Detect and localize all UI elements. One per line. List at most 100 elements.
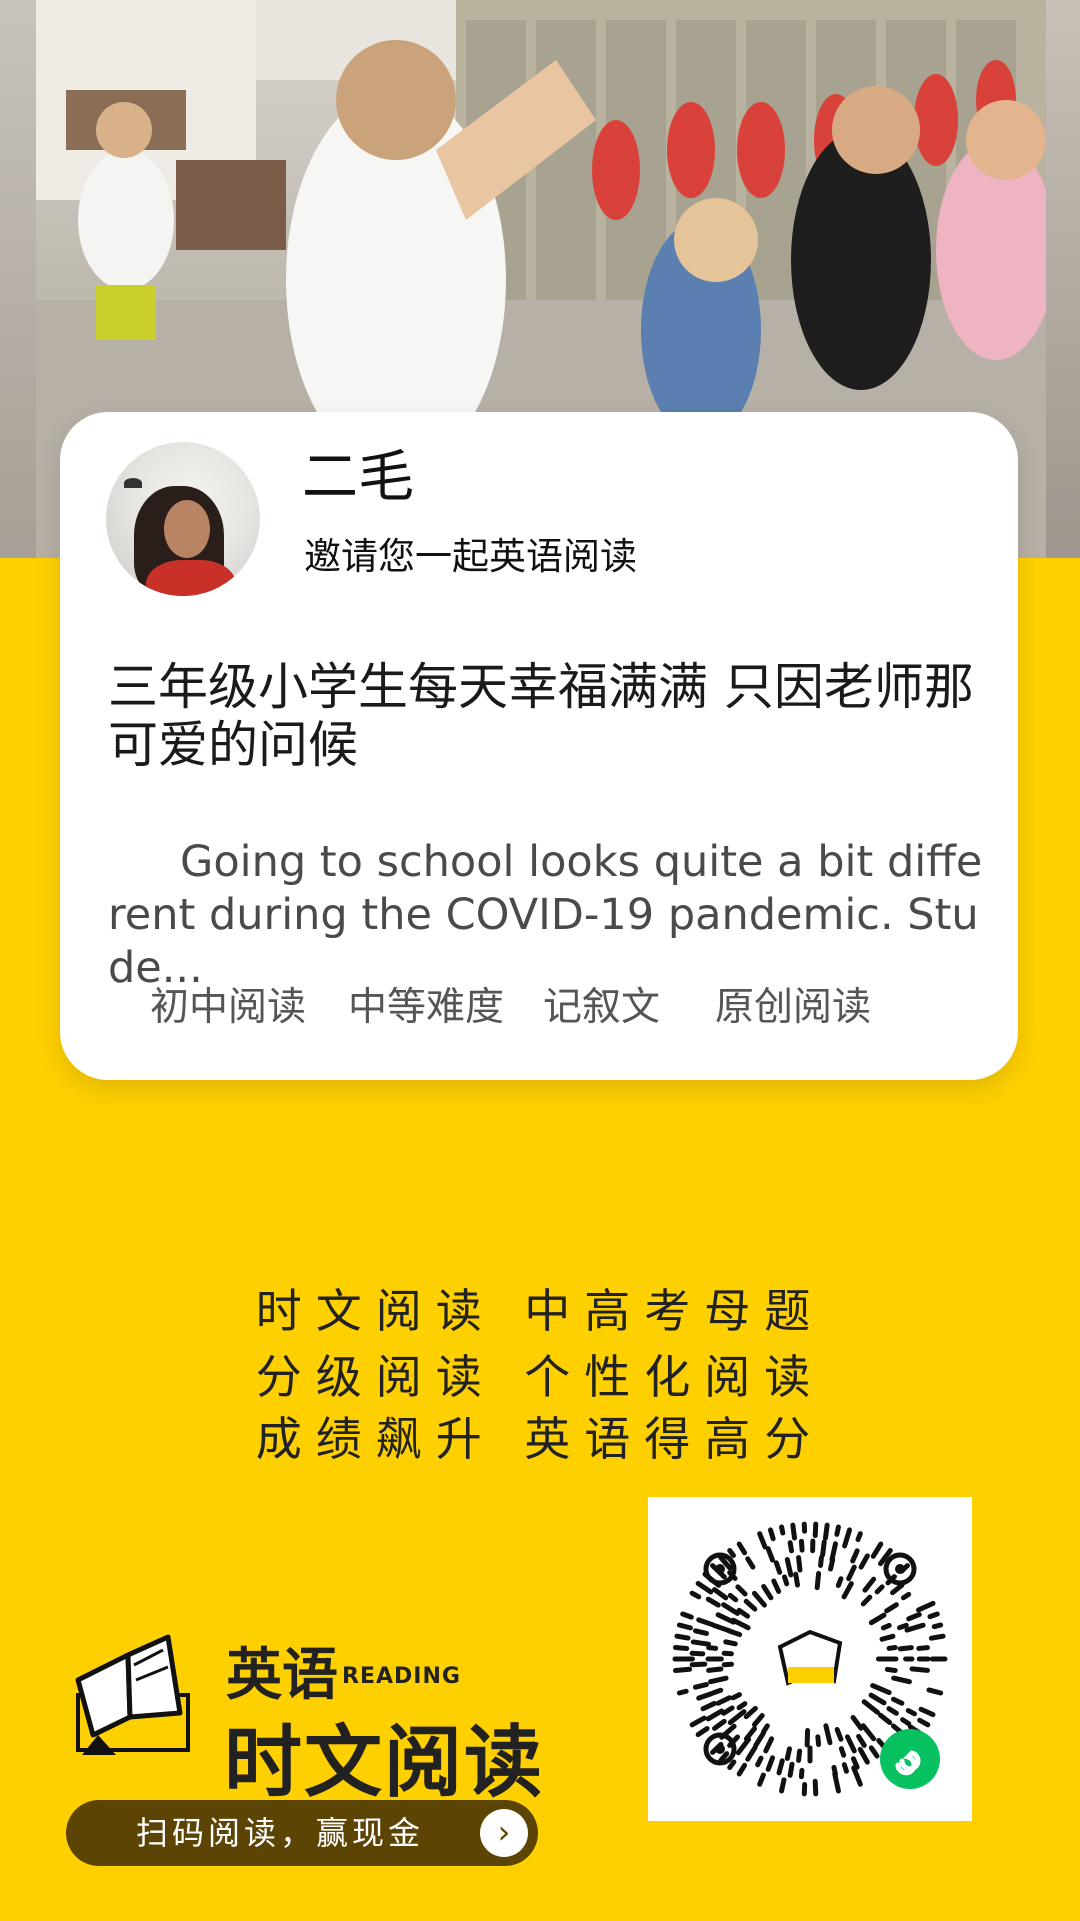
- slogan-line-1: 时文阅读 中高考母题: [255, 1284, 825, 1338]
- qr-dot: [831, 1764, 838, 1777]
- qr-dot: [751, 1590, 767, 1608]
- qr-dot: [745, 1744, 758, 1762]
- qr-dot: [890, 1696, 905, 1706]
- qr-dot: [723, 1639, 738, 1647]
- qr-dot: [874, 1584, 885, 1595]
- qr-dot: [884, 1602, 899, 1614]
- qr-dot: [745, 1556, 756, 1570]
- qr-dot: [757, 1772, 766, 1787]
- qr-dot: [689, 1661, 708, 1668]
- brand-title: 时文阅读: [224, 1718, 545, 1808]
- qr-dot: [763, 1736, 775, 1754]
- qr-dot: [689, 1590, 702, 1600]
- qr-dot: [851, 1765, 863, 1787]
- brand-reading: READING: [342, 1664, 461, 1689]
- qr-dot: [812, 1778, 819, 1797]
- qr-dot: [798, 1538, 805, 1553]
- qr-dot: [927, 1611, 940, 1620]
- qr-dot: [858, 1553, 870, 1570]
- qr-dot: [787, 1540, 795, 1554]
- qr-dot: [674, 1633, 691, 1641]
- qr-dot: [891, 1675, 912, 1685]
- qr-dot: [672, 1666, 693, 1673]
- qr-dot: [705, 1708, 725, 1722]
- qr-dot: [860, 1594, 873, 1607]
- qr-dot: [743, 1598, 758, 1612]
- qr-dot: [721, 1602, 740, 1616]
- qr-dot: [886, 1645, 898, 1651]
- qr-dot: [838, 1746, 847, 1758]
- qr-dot: [776, 1758, 785, 1776]
- qr-dot: [787, 1761, 795, 1778]
- qr-dot: [915, 1600, 936, 1613]
- qr-dot: [855, 1531, 863, 1543]
- qr-dot: [916, 1645, 930, 1651]
- qr-dot: [765, 1546, 775, 1563]
- qr-dot: [689, 1650, 706, 1657]
- qr-dot: [815, 1734, 822, 1748]
- scan-to-read-label: 扫码阅读，赢现金: [136, 1814, 425, 1852]
- qr-code[interactable]: [648, 1497, 972, 1821]
- qr-dot: [676, 1688, 689, 1696]
- qr-dot: [743, 1726, 758, 1742]
- tag-source: 原创阅读: [715, 985, 872, 1030]
- qr-dot: [696, 1617, 716, 1628]
- article-title: 三年级小学生每天幸福满满 只因老师那可爱的问候: [108, 658, 974, 774]
- qr-dot: [735, 1736, 752, 1756]
- qr-dot: [861, 1699, 880, 1715]
- brand-english: 英语: [226, 1643, 338, 1708]
- qr-dot: [790, 1522, 798, 1541]
- qr-dot: [730, 1692, 742, 1701]
- qr-dot: [784, 1557, 794, 1578]
- tag-genre: 记叙文: [543, 985, 661, 1030]
- right-blur-edge: [1044, 0, 1080, 558]
- qr-dot: [822, 1522, 830, 1541]
- scan-to-read-button[interactable]: 扫码阅读，赢现金 ›: [66, 1800, 538, 1866]
- qr-dot: [672, 1645, 690, 1652]
- qr-dot: [796, 1555, 803, 1573]
- qr-dot: [736, 1701, 748, 1711]
- qr-dot: [730, 1617, 751, 1631]
- qr-dot: [828, 1557, 836, 1572]
- left-blur-edge: [0, 0, 36, 558]
- tag-difficulty: 中等难度: [348, 985, 505, 1030]
- qr-dot: [890, 1582, 905, 1596]
- qr-dot: [868, 1692, 887, 1706]
- qr-dot: [835, 1576, 844, 1589]
- qr-dot: [879, 1633, 896, 1642]
- qr-dot: [676, 1622, 693, 1631]
- chevron-right-icon: ›: [480, 1809, 528, 1857]
- qr-dot: [868, 1745, 880, 1759]
- qr-dot: [727, 1547, 736, 1559]
- qr-dot: [706, 1666, 724, 1673]
- qr-dot: [711, 1687, 724, 1696]
- slogan-line-2: 分级阅读 个性化阅读: [255, 1350, 825, 1404]
- qr-dot: [689, 1715, 707, 1728]
- qr-dot: [755, 1755, 764, 1768]
- qr-dot: [850, 1548, 860, 1564]
- qr-dot: [850, 1756, 860, 1770]
- qr-dot: [736, 1762, 748, 1777]
- qr-dot: [856, 1733, 867, 1748]
- qr-dot: [782, 1574, 790, 1587]
- qr-dot: [820, 1539, 827, 1558]
- qr-dot: [793, 1571, 801, 1588]
- qr-dot: [904, 1622, 926, 1633]
- qr-dot: [846, 1564, 857, 1582]
- book-logo-icon: [75, 1634, 190, 1755]
- qr-dot: [726, 1628, 743, 1638]
- qr-dot: [834, 1727, 844, 1742]
- qr-dot: [870, 1541, 884, 1559]
- qr-dot: [727, 1759, 737, 1771]
- qr-dot: [844, 1734, 857, 1754]
- qr-dot: [834, 1524, 841, 1537]
- qr-dot: [779, 1777, 787, 1794]
- qr-dot: [886, 1706, 899, 1716]
- qr-dot: [773, 1560, 783, 1575]
- article-card[interactable]: 二毛 邀请您一起英语阅读 三年级小学生每天幸福满满 只因老师那可爱的问候 Goi…: [60, 412, 1018, 1080]
- qr-dot: [706, 1645, 719, 1651]
- qr-dot: [767, 1527, 776, 1542]
- qr-dot: [814, 1570, 822, 1591]
- qr-dot: [753, 1730, 766, 1748]
- qr-dot: [735, 1584, 748, 1597]
